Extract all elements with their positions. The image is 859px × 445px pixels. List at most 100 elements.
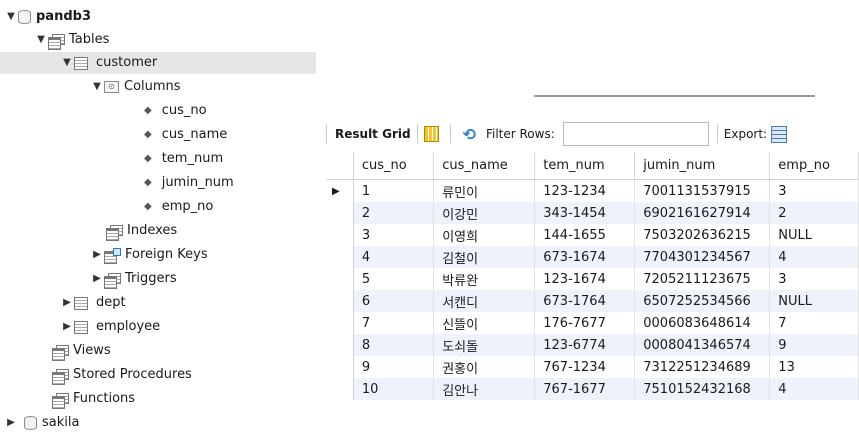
column-item[interactable]: ◆ tem_num	[144, 148, 223, 170]
row-marker[interactable]	[326, 290, 354, 312]
refresh-icon[interactable]: ⟲	[463, 125, 476, 144]
grid-cell[interactable]: 류민이	[433, 179, 536, 202]
table-row[interactable]: 6 서캔디 673-1764 6507252534566 NULL	[326, 290, 859, 312]
column-item[interactable]: ◆ jumin_num	[144, 172, 234, 194]
column-item[interactable]: ◆ emp_no	[144, 196, 213, 218]
row-marker[interactable]	[326, 202, 354, 224]
grid-cell[interactable]: 도쇠돌	[433, 334, 536, 356]
grid-cell[interactable]: 이영희	[433, 224, 536, 246]
column-item[interactable]: ◆ cus_name	[144, 124, 227, 146]
grid-cell[interactable]: 343-1454	[534, 202, 636, 224]
grid-cell[interactable]: 123-1674	[534, 268, 636, 290]
schema-pandb3[interactable]: ▼ pandb3	[6, 6, 91, 28]
grid-cell[interactable]: 9	[769, 334, 859, 356]
grid-cell[interactable]: 13	[769, 356, 859, 378]
grid-cell[interactable]: 7503202636215	[634, 224, 771, 246]
grid-cell[interactable]: 4	[769, 378, 859, 400]
functions-node[interactable]: Functions	[52, 388, 135, 410]
grid-cell[interactable]: 673-1674	[534, 246, 636, 268]
column-header[interactable]: cus_no	[353, 152, 435, 180]
row-marker[interactable]	[326, 268, 354, 290]
grid-cell[interactable]: 권홍이	[433, 356, 536, 378]
table-employee[interactable]: ▶ employee	[62, 316, 160, 338]
schema-sakila[interactable]: ▶ sakila	[6, 412, 79, 434]
grid-cell[interactable]: 767-1677	[534, 378, 636, 400]
grid-cell[interactable]: NULL	[769, 224, 859, 246]
grid-cell[interactable]: NULL	[769, 290, 859, 312]
grid-view-icon[interactable]	[423, 126, 439, 142]
panel-divider[interactable]	[534, 95, 815, 97]
grid-cell[interactable]: 673-1764	[534, 290, 636, 312]
row-marker[interactable]	[326, 312, 354, 334]
row-marker[interactable]	[326, 378, 354, 400]
column-header[interactable]: tem_num	[534, 152, 636, 180]
table-row[interactable]: 4 김철이 673-1674 7704301234567 4	[326, 246, 859, 268]
grid-cell[interactable]: 3	[769, 179, 859, 202]
grid-cell[interactable]: 서캔디	[433, 290, 536, 312]
grid-cell[interactable]: 6902161627914	[634, 202, 771, 224]
stored-procedures-node[interactable]: Stored Procedures	[52, 364, 192, 386]
grid-cell[interactable]: 신뜰이	[433, 312, 536, 334]
grid-cell[interactable]: 8	[353, 334, 435, 356]
expand-arrow-icon[interactable]: ▶	[62, 316, 72, 338]
grid-cell[interactable]: 5	[353, 268, 435, 290]
grid-cell[interactable]: 4	[353, 246, 435, 268]
row-marker[interactable]	[326, 356, 354, 378]
grid-cell[interactable]: 2	[769, 202, 859, 224]
grid-cell[interactable]: 0008041346574	[634, 334, 771, 356]
grid-cell[interactable]: 7	[769, 312, 859, 334]
expand-arrow-icon[interactable]: ▼	[36, 29, 46, 51]
grid-cell[interactable]: 6507252534566	[634, 290, 771, 312]
column-header[interactable]: jumin_num	[634, 152, 771, 180]
row-marker[interactable]	[326, 334, 354, 356]
grid-cell[interactable]: 123-6774	[534, 334, 636, 356]
row-marker[interactable]	[326, 224, 354, 246]
expand-arrow-icon[interactable]: ▶	[6, 412, 16, 434]
grid-cell[interactable]: 7704301234567	[634, 246, 771, 268]
grid-cell[interactable]: 7312251234689	[634, 356, 771, 378]
grid-cell[interactable]: 3	[769, 268, 859, 290]
table-row[interactable]: 8 도쇠돌 123-6774 0008041346574 9	[326, 334, 859, 356]
grid-cell[interactable]: 7001131537915	[634, 179, 771, 202]
table-row[interactable]: 10 김안나 767-1677 7510152432168 4	[326, 378, 859, 400]
expand-arrow-icon[interactable]: ▼	[92, 76, 102, 98]
table-row[interactable]: ▶ 1 류민이 123-1234 7001131537915 3	[326, 179, 859, 202]
grid-cell[interactable]: 123-1234	[534, 179, 636, 202]
grid-cell[interactable]: 이강민	[433, 202, 536, 224]
table-row[interactable]: 3 이영희 144-1655 7503202636215 NULL	[326, 224, 859, 246]
grid-cell[interactable]: 김안나	[433, 378, 536, 400]
expand-arrow-icon[interactable]: ▶	[62, 292, 72, 314]
triggers-node[interactable]: ▶ Triggers	[92, 268, 177, 290]
grid-cell[interactable]: 10	[353, 378, 435, 400]
grid-cell[interactable]: 4	[769, 246, 859, 268]
indexes-node[interactable]: Indexes	[106, 220, 177, 242]
expand-arrow-icon[interactable]: ▼	[62, 52, 72, 74]
grid-cell[interactable]: 7	[353, 312, 435, 334]
grid-cell[interactable]: 박류완	[433, 268, 536, 290]
filter-rows-input[interactable]	[562, 122, 709, 146]
views-node[interactable]: Views	[52, 340, 111, 362]
column-item[interactable]: ◆ cus_no	[144, 100, 207, 122]
foreign-keys-node[interactable]: ▶ Foreign Keys	[92, 244, 208, 266]
table-customer[interactable]: ▼ customer	[0, 52, 316, 74]
grid-cell[interactable]: 144-1655	[534, 224, 636, 246]
grid-cell[interactable]: 7510152432168	[634, 378, 771, 400]
grid-cell[interactable]: 176-7677	[534, 312, 636, 334]
tables-node[interactable]: ▼ Tables	[36, 29, 109, 51]
result-grid-tab[interactable]: Result Grid	[335, 127, 411, 141]
grid-cell[interactable]: 0006083648614	[634, 312, 771, 334]
table-row[interactable]: 7 신뜰이 176-7677 0006083648614 7	[326, 312, 859, 334]
table-row[interactable]: 2 이강민 343-1454 6902161627914 2	[326, 202, 859, 224]
expand-arrow-icon[interactable]: ▶	[92, 268, 102, 290]
table-row[interactable]: 5 박류완 123-1674 7205211123675 3	[326, 268, 859, 290]
expand-arrow-icon[interactable]: ▼	[6, 6, 16, 28]
columns-node[interactable]: ▼ ⊙ Columns	[92, 76, 180, 98]
table-dept[interactable]: ▶ dept	[62, 292, 125, 314]
grid-cell[interactable]: 김철이	[433, 246, 536, 268]
grid-cell[interactable]: 7205211123675	[634, 268, 771, 290]
column-header[interactable]: cus_name	[433, 152, 536, 180]
row-marker[interactable]	[326, 246, 354, 268]
column-header[interactable]: emp_no	[769, 152, 859, 180]
grid-cell[interactable]: 9	[353, 356, 435, 378]
table-row[interactable]: 9 권홍이 767-1234 7312251234689 13	[326, 356, 859, 378]
